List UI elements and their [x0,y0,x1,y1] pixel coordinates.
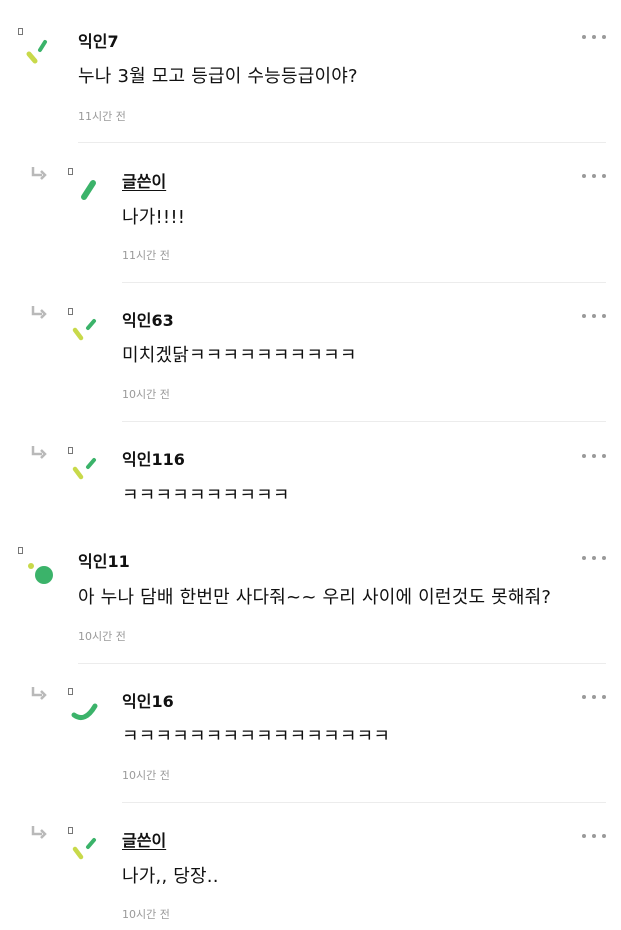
comment-author[interactable]: 익인16 [122,688,174,712]
avatar-mark-icon [72,838,96,860]
comment-text: ㅋㅋㅋㅋㅋㅋㅋㅋㅋㅋㅋㅋㅋㅋㅋㅋ [122,726,391,747]
divider [78,142,606,143]
reply-arrow-icon [31,826,47,839]
more-dots-icon[interactable] [582,452,606,460]
comment-time: 10시간 전 [78,630,126,643]
reply-arrow-icon [31,687,47,700]
avatar-mark-icon [28,563,53,584]
more-dots-icon[interactable] [582,172,606,180]
comment-text: 누나 3월 모고 등급이 수능등급이야? [78,66,358,87]
comment-author[interactable]: 익인116 [122,446,185,470]
comment-author[interactable]: 글쓴이 [122,827,166,851]
avatar-mark-icon [26,40,47,64]
comment-author[interactable]: 익인11 [78,548,130,572]
avatar[interactable] [68,688,108,732]
comment-time: 10시간 전 [122,908,170,921]
comment-time: 10시간 전 [122,769,170,782]
comment-author[interactable]: 익인7 [78,28,119,52]
divider [122,282,606,283]
divider [78,663,606,664]
avatar-mark-icon [72,458,96,480]
comment-author[interactable]: 익인63 [122,307,174,331]
avatar[interactable] [68,308,108,352]
avatar-mark-icon [71,703,98,720]
comment-text: 나가,, 당장.. [122,866,219,887]
more-dots-icon[interactable] [582,832,606,840]
comment-author[interactable]: 글쓴이 [122,168,166,192]
avatar[interactable] [68,447,108,491]
comment-text: 나가!!!! [122,207,186,228]
reply-arrow-icon [31,446,47,459]
reply-arrow-icon [31,306,47,319]
avatar[interactable] [68,827,108,871]
comment-time: 10시간 전 [122,388,170,401]
more-dots-icon[interactable] [582,554,606,562]
more-dots-icon[interactable] [582,33,606,41]
comment-text: 아 누나 담배 한번만 사다줘~~ 우리 사이에 이런것도 못해줘? [78,587,552,608]
avatar-mark-icon [72,319,96,341]
avatar[interactable] [18,28,58,72]
divider [122,802,606,803]
comment-time: 11시간 전 [122,249,170,262]
avatar[interactable] [18,547,58,591]
comment-text: ㅋㅋㅋㅋㅋㅋㅋㅋㅋㅋ [122,485,290,506]
avatar-mark-icon [81,180,96,200]
more-dots-icon[interactable] [582,312,606,320]
avatar[interactable] [68,168,108,212]
divider [122,421,606,422]
reply-arrow-icon [31,167,47,180]
comment-time: 11시간 전 [78,110,126,123]
more-dots-icon[interactable] [582,693,606,701]
comment-text: 미치겠닭ㅋㅋㅋㅋㅋㅋㅋㅋㅋㅋ [122,345,357,366]
